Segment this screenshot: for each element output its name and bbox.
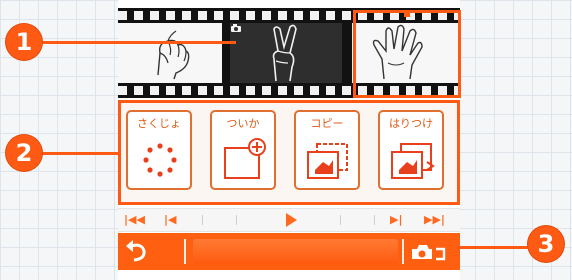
callout-marker-2: 2 (6, 135, 42, 171)
toolbar-divider (184, 239, 186, 264)
bottom-toolbar (118, 233, 460, 270)
callout-leader-1 (40, 41, 236, 44)
timeline-tick (202, 215, 203, 225)
camera-button[interactable] (408, 239, 448, 264)
timeline-tick (236, 215, 237, 225)
peace-hand-drawing (272, 24, 297, 82)
previous-frame-button[interactable]: |◀ (164, 214, 176, 226)
timeline-tick (340, 215, 341, 225)
selected-frame-highlight (353, 10, 461, 98)
callout-leader-3 (455, 246, 530, 249)
camera-frame-icon (231, 24, 241, 32)
next-frame-button[interactable]: ▶| (390, 214, 402, 226)
timeline-tick (374, 215, 375, 225)
play-button[interactable] (286, 213, 297, 227)
first-frame-button[interactable]: |◀◀ (124, 214, 145, 226)
callout-marker-3: 3 (528, 226, 564, 262)
toolbar-center-area (193, 239, 398, 264)
edit-tools-highlight (118, 100, 460, 205)
back-button[interactable] (118, 233, 156, 270)
toolbar-divider (402, 239, 404, 264)
frame-thumbnail-previous[interactable] (118, 23, 222, 83)
timeline-bar[interactable]: |◀◀ |◀ ▶| ▶▶| (118, 208, 460, 232)
frame-thumbnail-current[interactable] (230, 23, 342, 83)
camera-icon (412, 245, 446, 261)
back-arrow-icon (126, 240, 146, 262)
callout-leader-2 (40, 152, 120, 155)
last-frame-button[interactable]: ▶▶| (424, 214, 445, 226)
fist-hand-drawing (157, 30, 190, 80)
callout-marker-1: 1 (6, 24, 42, 60)
